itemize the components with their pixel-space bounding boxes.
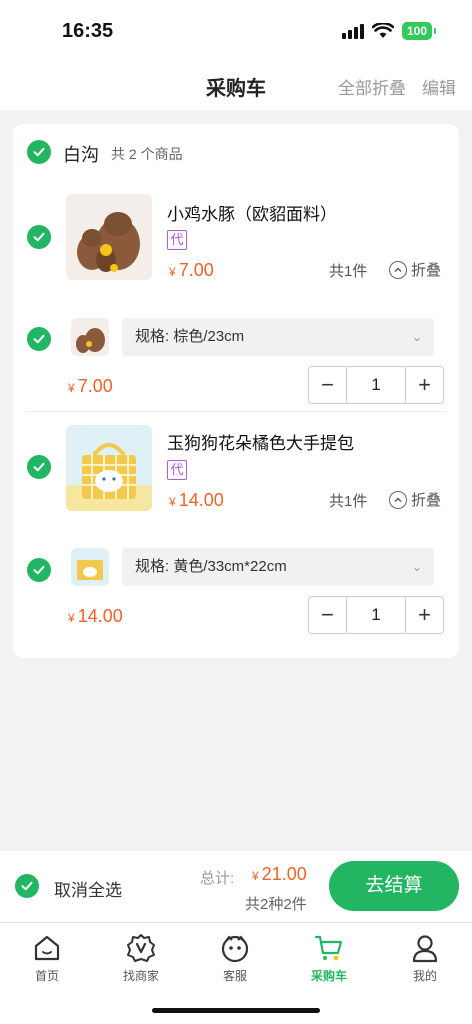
fold-button[interactable]: 折叠 [389, 259, 441, 280]
merchant-icon [127, 934, 155, 962]
edit-button[interactable]: 编辑 [422, 74, 456, 99]
home-indicator [152, 1008, 320, 1013]
sku-checkbox[interactable] [27, 327, 51, 351]
decrease-button[interactable]: − [309, 367, 346, 403]
checkout-button[interactable]: 去结算 [329, 861, 459, 911]
service-icon [221, 935, 249, 963]
nav-bar: 采购车 全部折叠 编辑 [0, 62, 472, 110]
tab-label: 首页 [34, 969, 59, 983]
total-count: 共2种2件 [245, 896, 307, 913]
product-title[interactable]: 玉狗狗花朵橘色大手提包 [167, 429, 354, 454]
sku-price: ¥7.00 [68, 376, 113, 396]
checkmark-icon [33, 334, 45, 344]
quantity-value[interactable]: 1 [346, 367, 406, 403]
tab-label: 采购车 [310, 969, 347, 983]
battery-icon: 100 [401, 22, 437, 40]
cart-icon [314, 935, 343, 961]
shop-checkbox[interactable] [27, 140, 51, 164]
home-icon [34, 935, 60, 961]
product-image-capybara[interactable] [66, 194, 152, 280]
tab-label: 找商家 [122, 969, 159, 983]
status-icons: 100 [341, 22, 437, 40]
checkmark-icon [33, 147, 45, 157]
product-total-count: 共1件 [329, 263, 368, 280]
fold-label: 折叠 [411, 492, 442, 509]
total-price: ¥21.00 [252, 864, 307, 884]
quantity-stepper[interactable]: − 1 + [308, 366, 444, 404]
increase-button[interactable]: + [406, 367, 443, 403]
product-checkbox[interactable] [27, 455, 51, 479]
deselect-all-label[interactable]: 取消全选 [54, 876, 122, 901]
collapse-all-button[interactable]: 全部折叠 [338, 74, 406, 99]
sku-image-handbag [71, 548, 109, 586]
shop-item-count: 共 2 个商品 [111, 146, 183, 162]
sku-checkbox[interactable] [27, 558, 51, 582]
proxy-tag: 代 [167, 460, 187, 480]
chevron-up-icon [389, 260, 407, 279]
tab-cart[interactable]: 采购车 [294, 933, 364, 984]
checkmark-icon [33, 462, 45, 472]
quantity-value[interactable]: 1 [346, 597, 406, 633]
fold-button[interactable]: 折叠 [389, 489, 441, 510]
product-checkbox[interactable] [27, 225, 51, 249]
profile-icon [412, 935, 438, 963]
tab-service[interactable]: 客服 [200, 933, 270, 984]
checkmark-icon [33, 232, 45, 242]
chevron-down-icon: ⌄ [411, 330, 422, 344]
checkmark-icon [33, 565, 45, 575]
product-price: ¥7.00 [169, 260, 214, 280]
status-time: 16:35 [62, 20, 114, 42]
checkout-bar: 取消全选 总计: ¥21.00 共2种2件 去结算 [0, 850, 472, 922]
product-total-count: 共1件 [329, 493, 368, 510]
spec-label: 规格: 黄色/33cm*22cm [135, 558, 287, 575]
product-price: ¥14.00 [169, 490, 224, 510]
wifi-icon [371, 23, 394, 38]
fold-label: 折叠 [411, 262, 442, 279]
tab-profile[interactable]: 我的 [390, 933, 460, 984]
spec-selector[interactable]: 规格: 黄色/33cm*22cm ⌄ [122, 548, 434, 586]
spec-selector[interactable]: 规格: 棕色/23cm ⌄ [122, 318, 434, 356]
shop-name: 白沟 [63, 145, 99, 165]
quantity-stepper[interactable]: − 1 + [308, 596, 444, 634]
spec-label: 规格: 棕色/23cm [135, 328, 245, 345]
increase-button[interactable]: + [406, 597, 443, 633]
tab-label: 客服 [222, 969, 247, 983]
cart-card: 白沟 共 2 个商品 小鸡水豚（欧貂面料） 代 ¥7.00 共1件 折叠 规格:… [13, 124, 459, 658]
tab-home[interactable]: 首页 [12, 933, 82, 984]
proxy-tag: 代 [167, 230, 187, 250]
signal-icon [341, 23, 364, 39]
status-bar: 16:35 100 [0, 0, 472, 62]
sku-image-capybara [71, 318, 109, 356]
product-image-handbag[interactable] [66, 425, 152, 511]
sku-price: ¥14.00 [68, 606, 123, 626]
chevron-down-icon: ⌄ [411, 560, 422, 574]
tab-merchant[interactable]: 找商家 [106, 933, 176, 984]
decrease-button[interactable]: − [309, 597, 346, 633]
divider [26, 411, 446, 412]
chevron-up-icon [389, 490, 407, 509]
checkmark-icon [21, 881, 33, 891]
product-title[interactable]: 小鸡水豚（欧貂面料） [167, 200, 337, 225]
total-label: 总计: [200, 870, 235, 887]
tab-label: 我的 [412, 969, 437, 983]
select-all-checkbox[interactable] [15, 874, 39, 898]
